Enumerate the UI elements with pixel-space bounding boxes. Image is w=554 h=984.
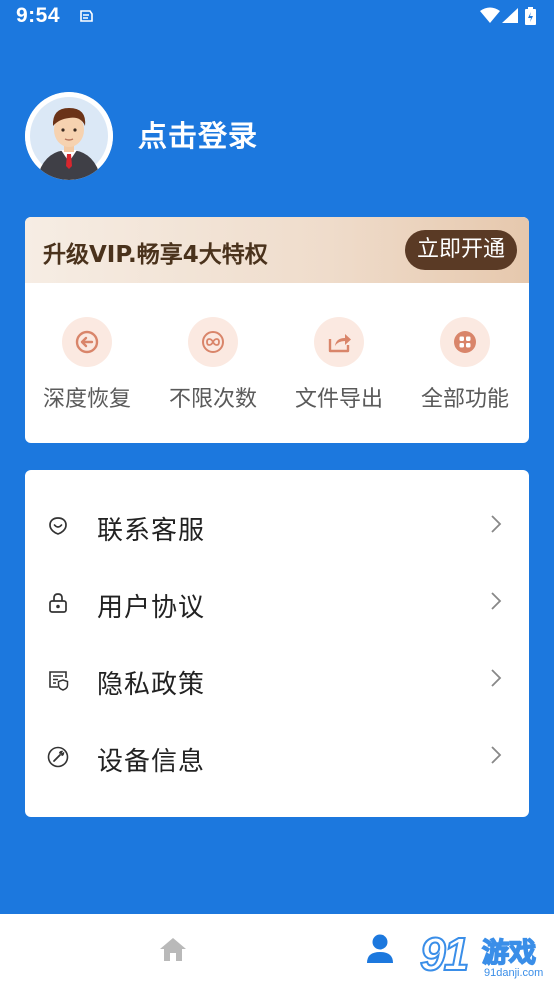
chevron-right-icon xyxy=(490,514,502,538)
wifi-icon xyxy=(480,7,500,27)
notification-icon xyxy=(78,8,94,27)
vip-open-button[interactable]: 立即开通 xyxy=(405,230,517,270)
settings-menu: 联系客服 用户协议 隐私政策 设备信息 xyxy=(25,470,529,817)
menu-item-contact-service[interactable]: 联系客服 xyxy=(25,488,529,565)
vip-card: 升级VIP.畅享4大特权 立即开通 深度恢复 不限次数 文件导出 全部功能 xyxy=(25,217,529,443)
feature-unlimited[interactable]: 不限次数 xyxy=(158,317,268,413)
status-bar: 9:54 xyxy=(0,0,554,34)
chevron-right-icon xyxy=(490,668,502,692)
feature-all-functions[interactable]: 全部功能 xyxy=(410,317,520,413)
menu-item-user-agreement[interactable]: 用户协议 xyxy=(25,565,529,642)
status-time: 9:54 xyxy=(16,4,61,27)
menu-item-label: 联系客服 xyxy=(97,516,206,546)
signal-icon xyxy=(502,8,518,27)
feature-label: 深度恢复 xyxy=(42,387,131,412)
feature-label: 全部功能 xyxy=(420,387,509,412)
watermark-url: 91danji.com xyxy=(484,967,544,979)
export-icon xyxy=(314,317,364,367)
shield-document-icon xyxy=(47,669,69,695)
chevron-right-icon xyxy=(490,745,502,769)
menu-item-privacy-policy[interactable]: 隐私政策 xyxy=(25,642,529,719)
wrench-icon xyxy=(47,746,69,772)
watermark-number: 91 xyxy=(419,927,470,981)
smile-icon xyxy=(47,515,69,541)
feature-deep-restore[interactable]: 深度恢复 xyxy=(32,317,142,413)
home-icon[interactable] xyxy=(159,936,187,966)
grid-icon xyxy=(440,317,490,367)
vip-banner: 升级VIP.畅享4大特权 立即开通 xyxy=(25,217,529,283)
infinity-icon xyxy=(188,317,238,367)
lock-icon xyxy=(47,592,69,618)
menu-item-label: 设备信息 xyxy=(97,747,206,777)
watermark-text: 游戏 xyxy=(481,937,537,970)
vip-title: 升级VIP.畅享4大特权 xyxy=(43,242,268,268)
chevron-right-icon xyxy=(490,591,502,615)
menu-item-label: 用户协议 xyxy=(97,593,206,623)
profile-screen: 9:54 点击登录 升级VIP.畅享4大特权 立即开通 深度恢复 不限次数 文件… xyxy=(0,0,554,984)
restore-icon xyxy=(62,317,112,367)
menu-item-label: 隐私政策 xyxy=(97,670,206,700)
person-icon[interactable] xyxy=(366,934,394,968)
watermark-logo: 91 游戏 91danji.com xyxy=(419,927,554,984)
feature-file-export[interactable]: 文件导出 xyxy=(284,317,394,413)
login-link[interactable]: 点击登录 xyxy=(138,113,258,155)
feature-label: 文件导出 xyxy=(294,387,383,412)
battery-icon xyxy=(525,7,536,29)
feature-label: 不限次数 xyxy=(168,387,257,412)
avatar[interactable] xyxy=(25,92,113,180)
menu-item-device-info[interactable]: 设备信息 xyxy=(25,719,529,796)
